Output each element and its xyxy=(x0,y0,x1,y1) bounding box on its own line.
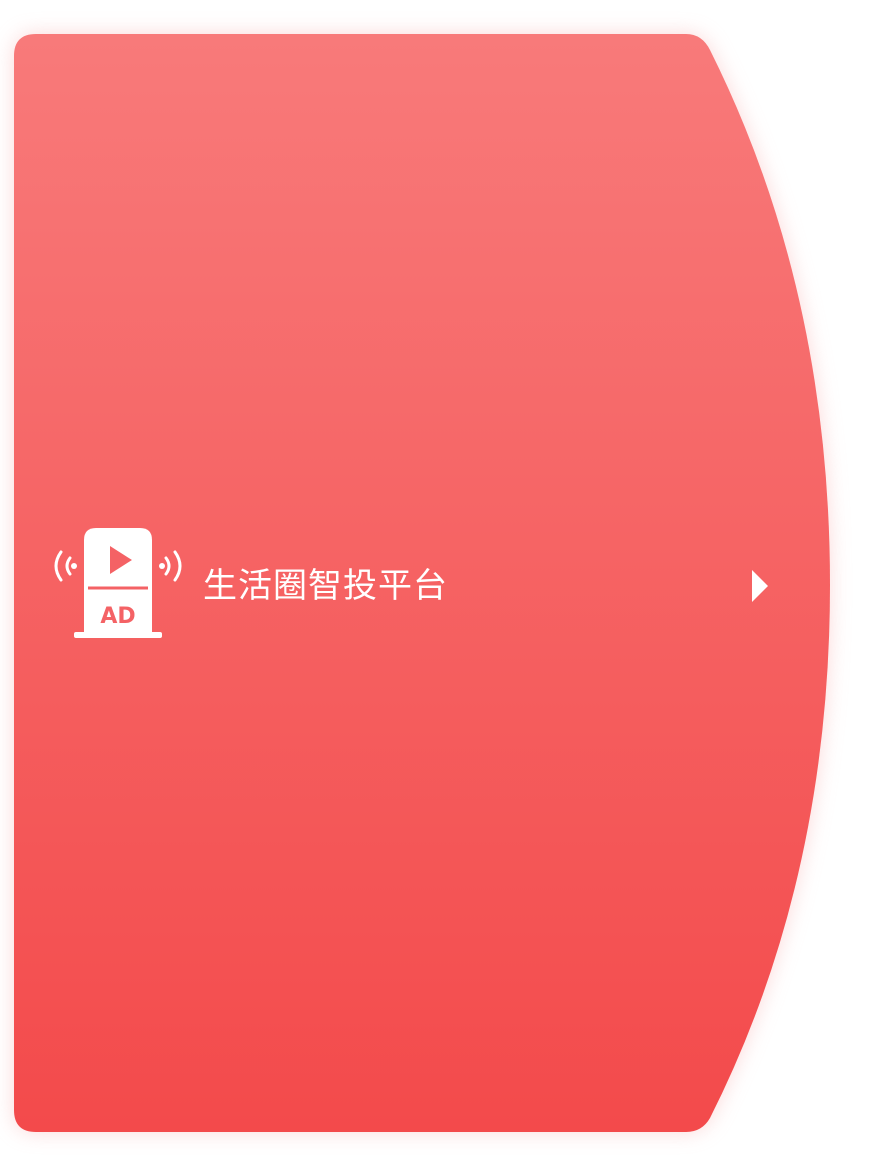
platform-card-link[interactable]: AD 生活圈智投平台 xyxy=(0,0,884,1168)
ad-broadcast-icon: AD xyxy=(54,528,182,638)
platform-card-container: AD 生活圈智投平台 xyxy=(0,0,884,1168)
ad-badge-text: AD xyxy=(100,604,135,629)
chevron-right-icon xyxy=(752,570,768,602)
platform-title: 生活圈智投平台 xyxy=(203,566,448,606)
